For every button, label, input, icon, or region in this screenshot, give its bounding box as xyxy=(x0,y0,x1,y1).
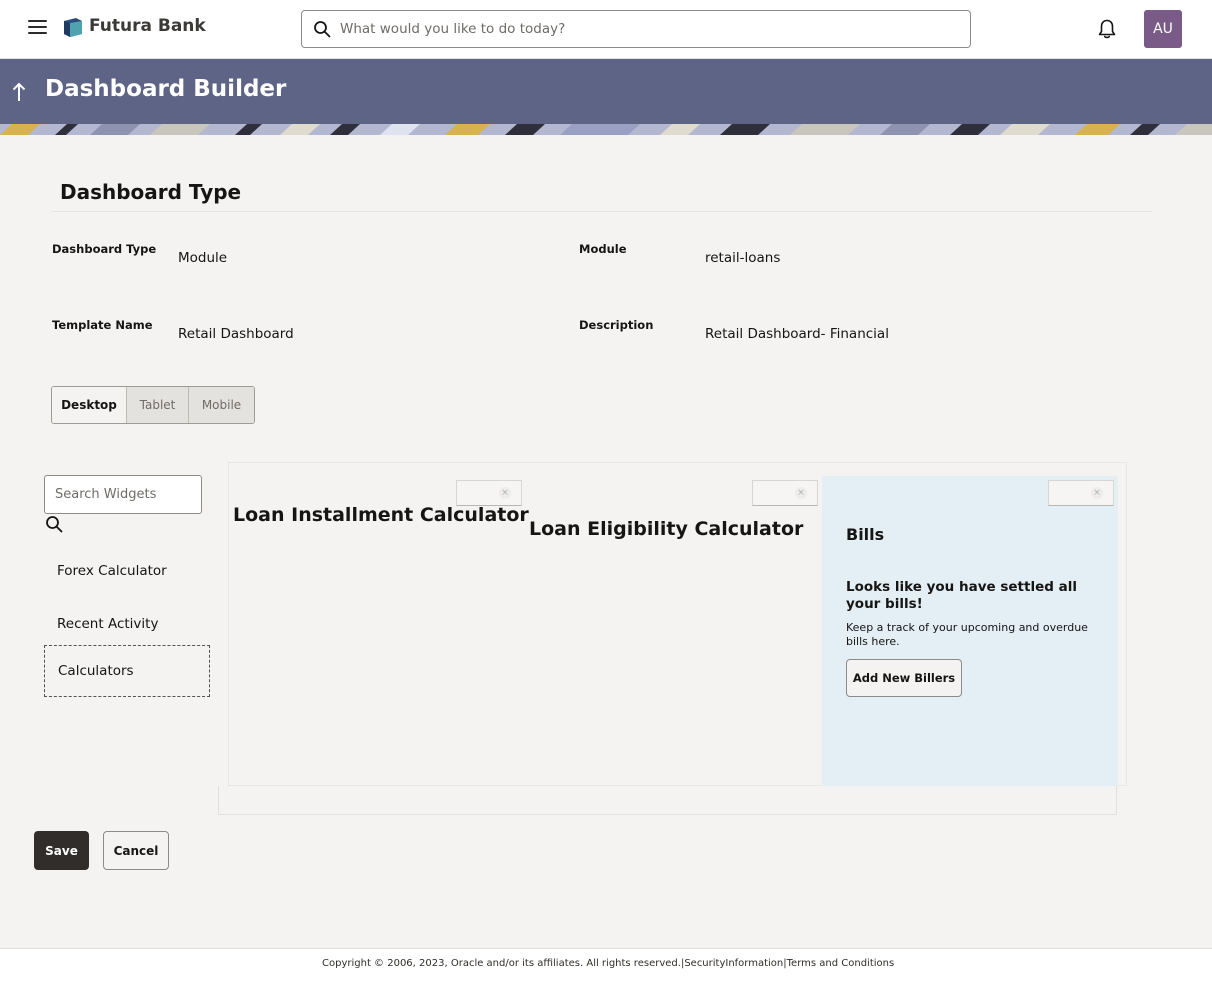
loan-installment-calculator-title: Loan Installment Calculator xyxy=(233,504,529,526)
search-icon[interactable] xyxy=(313,20,331,38)
widget-item-forex-calculator[interactable]: Forex Calculator xyxy=(44,545,210,597)
footer: Copyright © 2006, 2023, Oracle and/or it… xyxy=(0,948,1212,991)
module-label: Module xyxy=(579,242,627,256)
footer-text: Copyright © 2006, 2023, Oracle and/or it… xyxy=(322,958,894,969)
bills-widget: Bills Looks like you have settled all yo… xyxy=(822,476,1118,786)
hamburger-menu-icon[interactable] xyxy=(28,20,47,36)
search-widgets-input[interactable] xyxy=(44,475,202,514)
template-name-value: Retail Dashboard xyxy=(178,326,294,342)
remove-widget-button[interactable]: × xyxy=(752,480,818,506)
widget-item-calculators[interactable]: Calculators xyxy=(44,645,210,697)
terms-and-conditions-link[interactable]: Terms and Conditions xyxy=(787,958,895,969)
tab-tablet[interactable]: Tablet xyxy=(126,387,188,423)
bills-empty-message: Looks like you have settled all your bil… xyxy=(846,579,1077,612)
page-title: Dashboard Builder xyxy=(45,76,287,102)
module-value: retail-loans xyxy=(705,250,781,266)
top-header: Futura Bank AU xyxy=(0,0,1212,59)
add-new-billers-button[interactable]: Add New Billers xyxy=(846,659,962,697)
remove-widget-button[interactable]: × xyxy=(1048,480,1114,506)
security-information-link[interactable]: SecurityInformation xyxy=(684,958,783,969)
up-arrow-icon[interactable] xyxy=(10,81,28,103)
bills-title: Bills xyxy=(846,525,885,544)
description-value: Retail Dashboard- Financial xyxy=(705,326,889,342)
loan-eligibility-calculator-title: Loan Eligibility Calculator xyxy=(529,518,804,540)
section-title: Dashboard Type xyxy=(60,180,242,204)
global-search-input[interactable] xyxy=(340,16,940,42)
page-banner: Dashboard Builder xyxy=(0,59,1212,135)
close-icon[interactable]: × xyxy=(499,487,511,499)
cancel-button[interactable]: Cancel xyxy=(103,831,169,870)
copyright-text: Copyright © 2006, 2023, Oracle and/or it… xyxy=(322,958,681,969)
global-search[interactable] xyxy=(301,10,971,48)
widget-item-recent-activity[interactable]: Recent Activity xyxy=(44,598,210,650)
device-tabs: Desktop Tablet Mobile xyxy=(51,386,255,424)
tab-mobile[interactable]: Mobile xyxy=(188,387,254,423)
description-label: Description xyxy=(579,318,654,332)
section-divider xyxy=(52,211,1152,212)
tab-desktop[interactable]: Desktop xyxy=(52,387,126,423)
close-icon[interactable]: × xyxy=(795,487,807,499)
search-icon[interactable] xyxy=(45,515,63,533)
bell-icon[interactable] xyxy=(1097,18,1117,40)
close-icon[interactable]: × xyxy=(1091,487,1103,499)
dashboard-type-value: Module xyxy=(178,250,228,266)
template-name-label: Template Name xyxy=(52,318,153,332)
canvas-drop-zone[interactable] xyxy=(218,786,1117,815)
bills-empty-subtext: Keep a track of your upcoming and overdu… xyxy=(846,621,1088,648)
save-button[interactable]: Save xyxy=(34,831,89,870)
remove-widget-button[interactable]: × xyxy=(456,480,522,506)
brand-name[interactable]: Futura Bank xyxy=(89,16,206,36)
user-avatar[interactable]: AU xyxy=(1144,10,1182,48)
dashboard-type-label: Dashboard Type xyxy=(52,242,157,256)
futura-bank-logo[interactable] xyxy=(62,16,84,38)
banner-decorative-pattern xyxy=(0,124,1212,135)
